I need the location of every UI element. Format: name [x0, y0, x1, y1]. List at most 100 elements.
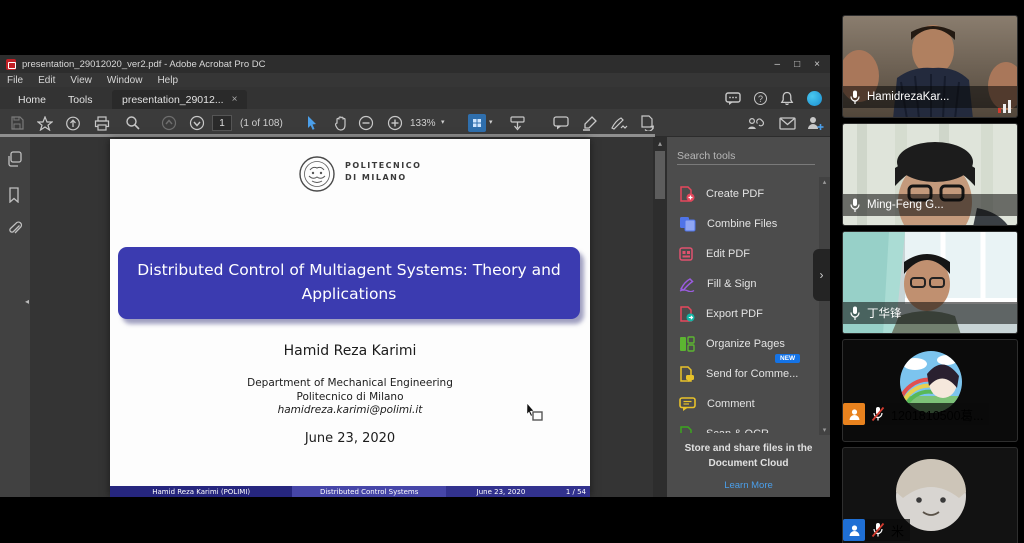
page-count-label: (1 of 108) — [240, 118, 283, 129]
video-conference-screen: presentation_29012020_ver2.pdf - Adobe A… — [0, 0, 1024, 543]
menu-edit[interactable]: Edit — [38, 75, 55, 86]
menu-window[interactable]: Window — [107, 75, 143, 86]
acrobat-window: presentation_29012020_ver2.pdf - Adobe A… — [0, 55, 830, 497]
add-user-icon[interactable] — [806, 114, 824, 132]
tab-tools[interactable]: Tools — [58, 90, 103, 109]
search-icon[interactable] — [124, 114, 142, 132]
attachments-icon[interactable] — [7, 221, 23, 237]
comments-panel-icon[interactable] — [725, 92, 741, 106]
page-thumbnails-icon[interactable] — [7, 151, 23, 167]
share-link-icon[interactable] — [747, 114, 765, 132]
participant-tile[interactable]: 丁华锋 — [842, 231, 1018, 334]
participant-name-bar: 米 — [843, 519, 910, 541]
slide-footer-date: June 23, 2020 — [446, 488, 556, 496]
tab-document[interactable]: presentation_29012... × — [112, 90, 247, 109]
microphone-icon — [849, 90, 861, 105]
tool-fill-sign[interactable]: Fill & Sign — [679, 273, 829, 295]
star-favorite-icon[interactable] — [36, 114, 54, 132]
pdf-slide-page: POLITECNICO DI MILANO Distributed Contro… — [110, 139, 590, 497]
slide-footer-page: 1 / 54 — [556, 488, 586, 496]
page-number-input[interactable] — [212, 115, 232, 131]
scrollbar-thumb[interactable] — [655, 151, 665, 199]
notifications-bell-icon[interactable] — [780, 91, 794, 106]
menu-view[interactable]: View — [70, 75, 92, 86]
slide-footer-bar: Hamid Reza Karimi (POLIMI) Distributed C… — [110, 486, 590, 497]
panel-scroll-down-icon[interactable]: ▾ — [819, 426, 830, 434]
help-icon[interactable]: ? — [754, 92, 767, 105]
page-display-icon[interactable] — [468, 114, 486, 132]
remote-cursor-icon — [520, 402, 546, 422]
participant-name: 1201810500葛... — [891, 405, 983, 424]
zoom-out-icon[interactable] — [357, 114, 375, 132]
hand-tool-icon[interactable] — [332, 114, 350, 132]
print-icon[interactable] — [93, 114, 111, 132]
close-button[interactable]: × — [814, 59, 820, 70]
menu-file[interactable]: File — [7, 75, 23, 86]
combine-files-icon — [679, 216, 696, 232]
slide-footer-author: Hamid Reza Karimi (POLIMI) — [110, 486, 292, 497]
document-scrollbar[interactable]: ▴ — [653, 137, 667, 497]
tab-close-icon[interactable]: × — [232, 94, 238, 105]
tool-create-pdf[interactable]: Create PDF — [679, 183, 829, 205]
slide-institution: Politecnico di Milano — [110, 391, 590, 403]
learn-more-link[interactable]: Learn More — [724, 480, 773, 491]
participant-tile[interactable]: Ming-Feng G... — [842, 123, 1018, 226]
maximize-button[interactable]: □ — [794, 59, 800, 70]
save-icon[interactable] — [8, 114, 26, 132]
export-pdf-icon — [679, 306, 695, 322]
muted-microphone-icon — [871, 406, 885, 422]
minimize-button[interactable]: – — [775, 59, 781, 70]
collapse-panel-chevron-icon[interactable]: › — [813, 249, 830, 301]
polimi-logo: POLITECNICO DI MILANO — [298, 154, 421, 194]
participants-sidebar: HamidrezaKar... Ming-Feng G... — [836, 0, 1024, 543]
participant-name-bar: Ming-Feng G... — [843, 194, 1017, 216]
polimi-logo-text: POLITECNICO DI MILANO — [345, 154, 421, 194]
zoom-level-value[interactable]: 133% — [410, 118, 436, 129]
zoom-dropdown-icon[interactable]: ▾ — [441, 118, 445, 126]
tool-organize-pages[interactable]: Organize Pages — [679, 333, 829, 355]
participant-name: Ming-Feng G... — [867, 199, 944, 211]
participant-tile[interactable]: HamidrezaKar... — [842, 15, 1018, 118]
slide-email: hamidreza.karimi@polimi.it — [110, 404, 590, 416]
collapse-rail-icon[interactable]: ◂ — [25, 297, 29, 306]
highlighter-icon[interactable] — [581, 114, 599, 132]
tool-label: Combine Files — [707, 218, 777, 230]
edit-pdf-icon — [679, 246, 695, 262]
fill-sign-icon — [679, 276, 696, 292]
scroll-up-icon[interactable]: ▴ — [653, 139, 667, 148]
panel-scroll-up-icon[interactable]: ▴ — [819, 178, 830, 186]
menu-help[interactable]: Help — [157, 75, 178, 86]
bookmarks-icon[interactable] — [7, 187, 23, 203]
comment-icon — [679, 397, 696, 412]
previous-page-icon[interactable] — [160, 114, 178, 132]
logo-line-2: DI MILANO — [345, 173, 407, 182]
tool-edit-pdf[interactable]: Edit PDF — [679, 243, 829, 265]
zoom-in-icon[interactable] — [386, 114, 404, 132]
fit-width-icon[interactable] — [508, 114, 526, 132]
participant-tile[interactable]: 米 — [842, 447, 1018, 543]
tab-document-label: presentation_29012... — [122, 94, 224, 106]
tool-comment[interactable]: Comment — [679, 393, 829, 415]
window-titlebar[interactable]: presentation_29012020_ver2.pdf - Adobe A… — [0, 55, 830, 73]
next-page-icon[interactable] — [188, 114, 206, 132]
fill-sign-tool-icon[interactable] — [610, 114, 628, 132]
participant-tile[interactable]: 1201810500葛... — [842, 339, 1018, 442]
send-document-icon[interactable] — [638, 114, 656, 132]
tool-combine-files[interactable]: Combine Files — [679, 213, 829, 235]
tool-send-for-comments[interactable]: Send for Comme... NEW — [679, 363, 829, 385]
tools-panel-scrollbar[interactable]: ▴ ▾ — [819, 177, 830, 435]
account-avatar[interactable] — [807, 91, 822, 106]
tools-search-input[interactable] — [677, 147, 815, 165]
comment-tool-icon[interactable] — [552, 114, 570, 132]
tool-label: Comment — [707, 398, 755, 410]
select-tool-icon[interactable] — [303, 114, 321, 132]
main-toolbar: (1 of 108) 133% ▾ ▾ — [0, 109, 830, 137]
document-cloud-promo: Store and share files in the Document Cl… — [667, 442, 830, 493]
pdf-file-icon — [6, 59, 16, 70]
page-display-dropdown-icon[interactable]: ▾ — [489, 118, 493, 126]
email-icon[interactable] — [778, 114, 796, 132]
share-cloud-icon[interactable] — [64, 114, 82, 132]
tool-scan-ocr[interactable]: Scan & OCR — [679, 423, 829, 433]
tool-export-pdf[interactable]: Export PDF — [679, 303, 829, 325]
tab-home[interactable]: Home — [8, 90, 56, 109]
